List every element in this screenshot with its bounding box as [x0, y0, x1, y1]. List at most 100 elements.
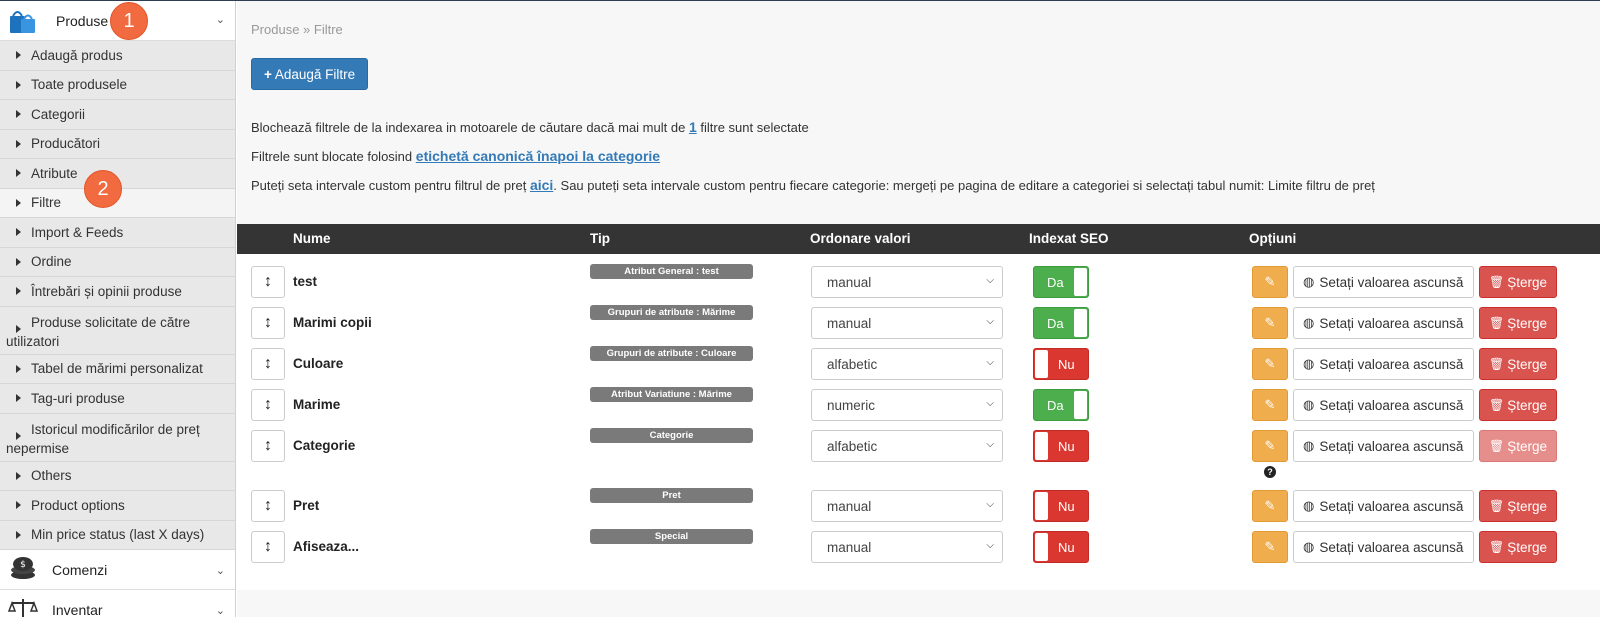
shopping-bags-icon	[8, 6, 38, 36]
canonical-link[interactable]: etichetă canonică înapoi la categorie	[416, 148, 660, 164]
chevron-down-icon[interactable]: ⌄	[216, 604, 225, 617]
delete-button[interactable]: 🗑 Șterge	[1479, 490, 1557, 522]
order-select[interactable]: manual ⌵	[811, 490, 1003, 522]
seo-toggle[interactable]: Da	[1033, 266, 1089, 298]
order-select-value: numeric	[827, 398, 876, 413]
toggle-knob	[1035, 350, 1048, 378]
sidebar-item-label: Others	[31, 468, 72, 484]
sidebar-item[interactable]: Others	[0, 461, 235, 491]
caret-right-icon	[16, 228, 21, 237]
set-hidden-value-label: Setați valoarea ascunsă	[1319, 397, 1464, 413]
sidebar-item[interactable]: Categorii	[0, 100, 235, 130]
sidebar-item-label: Istoricul modificărilor de preț nepermis…	[6, 421, 200, 456]
order-select[interactable]: numeric ⌵	[811, 389, 1003, 421]
delete-button[interactable]: 🗑 Șterge	[1479, 348, 1557, 380]
drag-handle-icon[interactable]: ↕	[251, 430, 285, 462]
seo-toggle[interactable]: Da	[1033, 389, 1089, 421]
table-row: ↕ test Atribut General : test manual ⌵ Da ✎ ◍ Se…	[237, 264, 1600, 308]
pencil-icon: ✎	[1264, 498, 1276, 513]
help-icon[interactable]: ?	[1264, 466, 1276, 478]
edit-button[interactable]: ✎	[1252, 266, 1288, 298]
caret-right-icon	[16, 110, 21, 119]
filters-table: ↕ test Atribut General : test manual ⌵ Da ✎ ◍ Se…	[237, 254, 1600, 590]
order-select[interactable]: alfabetic ⌵	[811, 430, 1003, 462]
sidebar-item[interactable]: Product options	[0, 491, 235, 521]
sidebar-item[interactable]: Produse solicitate de către utilizatori	[0, 306, 235, 355]
sidebar-item[interactable]: Toate produsele	[0, 70, 235, 100]
caret-right-icon	[16, 431, 21, 440]
sidebar-item[interactable]: Import & Feeds	[0, 218, 235, 248]
sidebar-item-label: Adaugă produs	[31, 47, 123, 63]
order-select[interactable]: alfabetic ⌵	[811, 348, 1003, 380]
edit-button[interactable]: ✎	[1252, 531, 1288, 563]
drag-handle-icon[interactable]: ↕	[251, 307, 285, 339]
order-select-value: alfabetic	[827, 439, 878, 454]
seo-toggle[interactable]: Nu	[1033, 531, 1089, 563]
sidebar-item[interactable]: Adaugă produs	[0, 41, 235, 71]
eye-slash-icon: ◍	[1303, 397, 1315, 412]
order-select[interactable]: manual ⌵	[811, 307, 1003, 339]
drag-handle-icon[interactable]: ↕	[251, 348, 285, 380]
chevron-down-icon[interactable]: ⌄	[216, 564, 225, 577]
seo-toggle-label: Nu	[1058, 439, 1075, 454]
caret-right-icon	[16, 51, 21, 60]
set-hidden-value-button[interactable]: ◍ Setați valoarea ascunsă	[1293, 430, 1474, 462]
add-filter-button[interactable]: + Adaugă Filtre	[251, 58, 369, 90]
delete-button[interactable]: 🗑 Șterge	[1479, 266, 1557, 298]
drag-handle-icon[interactable]: ↕	[251, 531, 285, 563]
set-hidden-value-button[interactable]: ◍ Setați valoarea ascunsă	[1293, 531, 1474, 563]
pencil-icon: ✎	[1264, 397, 1276, 412]
filter-name: test	[293, 274, 318, 289]
sidebar-item[interactable]: Întrebări și opinii produse	[0, 277, 235, 307]
delete-button[interactable]: 🗑 Șterge	[1479, 307, 1557, 339]
breadcrumb: Produse » Filtre	[251, 22, 343, 37]
set-hidden-value-button[interactable]: ◍ Setați valoarea ascunsă	[1293, 389, 1474, 421]
caret-right-icon	[16, 169, 21, 178]
seo-toggle-label: Da	[1047, 316, 1064, 331]
price-ranges-link[interactable]: aici	[530, 177, 553, 193]
delete-button[interactable]: 🗑 Șterge	[1479, 389, 1557, 421]
edit-button[interactable]: ✎	[1252, 490, 1288, 522]
sidebar-item-label: Import & Feeds	[31, 224, 124, 240]
chevron-down-icon: ⌵	[986, 398, 994, 409]
seo-toggle[interactable]: Nu	[1033, 430, 1089, 462]
drag-handle-icon[interactable]: ↕	[251, 389, 285, 421]
set-hidden-value-button[interactable]: ◍ Setați valoarea ascunsă	[1293, 490, 1474, 522]
sidebar-item-label: Atribute	[31, 165, 78, 181]
edit-button[interactable]: ✎	[1252, 348, 1288, 380]
sidebar-item[interactable]: Min price status (last X days)	[0, 520, 235, 550]
sidebar-group-inventar[interactable]: Inventar ⌄	[0, 590, 235, 617]
chevron-down-icon[interactable]: ⌄	[216, 13, 225, 26]
edit-button[interactable]: ✎	[1252, 389, 1288, 421]
edit-button[interactable]: ✎	[1252, 430, 1288, 462]
sidebar-item[interactable]: Tabel de mărimi personalizat	[0, 354, 235, 384]
coins-icon: $	[8, 555, 38, 584]
eye-slash-icon: ◍	[1303, 438, 1315, 453]
set-hidden-value-button[interactable]: ◍ Setați valoarea ascunsă	[1293, 307, 1474, 339]
chevron-down-icon: ⌵	[986, 499, 994, 510]
info-text: Blochează filtrele de la indexarea in mo…	[251, 120, 686, 135]
set-hidden-value-button[interactable]: ◍ Setați valoarea ascunsă	[1293, 348, 1474, 380]
sidebar-item[interactable]: Producători	[0, 129, 235, 159]
sidebar-item[interactable]: Istoricul modificărilor de preț nepermis…	[0, 413, 235, 462]
sidebar: Produse ⌄ Adaugă produs Toate produsele Ca…	[0, 1, 236, 617]
max-filters-link[interactable]: 1	[689, 119, 697, 135]
sidebar-group-comenzi[interactable]: $ Comenzi ⌄	[0, 550, 235, 590]
drag-handle-icon[interactable]: ↕	[251, 490, 285, 522]
sidebar-item[interactable]: Ordine	[0, 247, 235, 277]
table-header: Nume Tip Ordonare valori Indexat SEO Opț…	[237, 224, 1600, 254]
order-select-value: manual	[827, 316, 872, 331]
seo-toggle[interactable]: Da	[1033, 307, 1089, 339]
pencil-icon: ✎	[1264, 356, 1276, 371]
order-select[interactable]: manual ⌵	[811, 531, 1003, 563]
seo-toggle[interactable]: Nu	[1033, 490, 1089, 522]
delete-button[interactable]: 🗑 Șterge	[1479, 531, 1557, 563]
toggle-knob	[1035, 492, 1048, 520]
order-select[interactable]: manual ⌵	[811, 266, 1003, 298]
edit-button[interactable]: ✎	[1252, 307, 1288, 339]
set-hidden-value-button[interactable]: ◍ Setați valoarea ascunsă	[1293, 266, 1474, 298]
sidebar-item[interactable]: Tag-uri produse	[0, 384, 235, 414]
drag-handle-icon[interactable]: ↕	[251, 266, 285, 298]
pencil-icon: ✎	[1264, 539, 1276, 554]
seo-toggle[interactable]: Nu	[1033, 348, 1089, 380]
